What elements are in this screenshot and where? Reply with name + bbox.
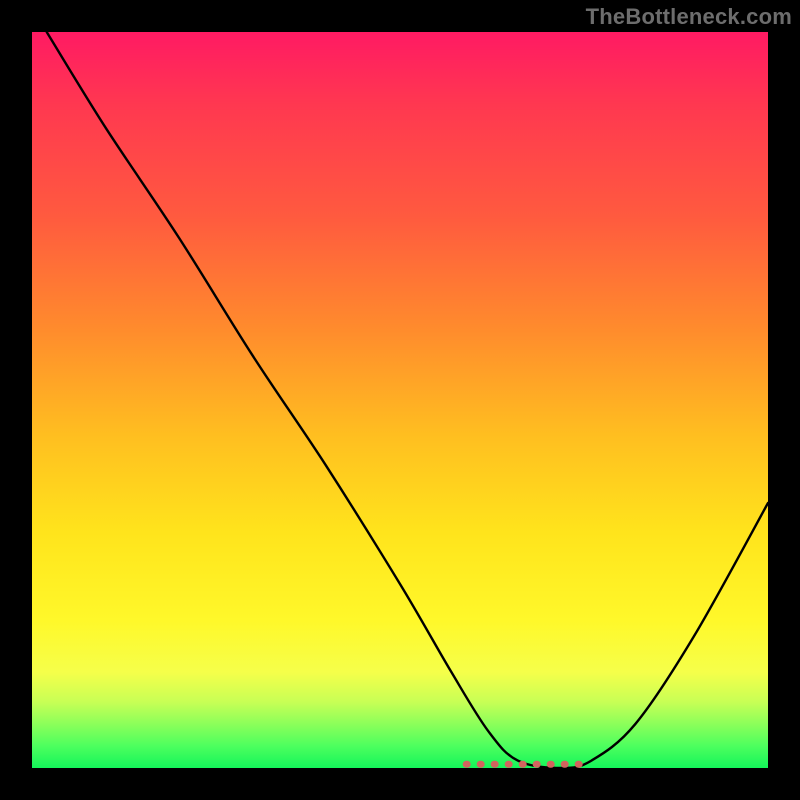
chart-container: TheBottleneck.com: [0, 0, 800, 800]
heat-gradient-background: [32, 32, 768, 768]
watermark-text: TheBottleneck.com: [586, 4, 792, 30]
plot-area: [32, 32, 768, 768]
